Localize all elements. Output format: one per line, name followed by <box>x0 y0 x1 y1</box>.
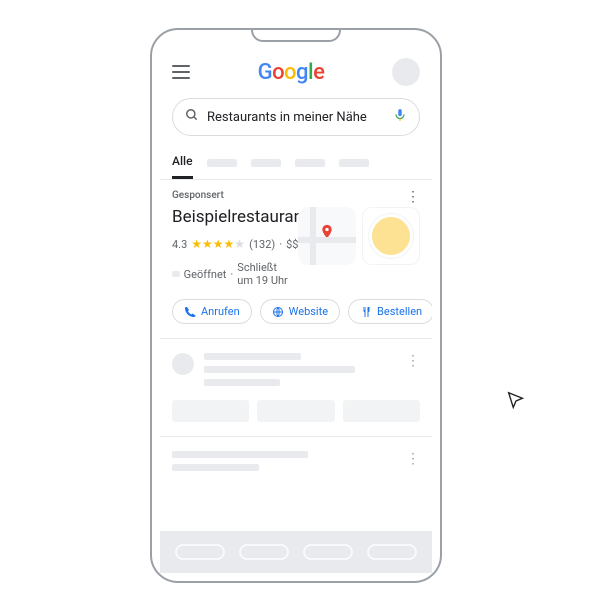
star-icons: ★★★★★ <box>191 237 245 251</box>
nav-item[interactable] <box>239 544 289 560</box>
open-status: Geöffnet <box>184 268 227 281</box>
action-chips: Anrufen Website Bestellen <box>172 299 420 324</box>
sponsored-label: Gesponsert <box>172 190 420 201</box>
price-level: $$ <box>286 238 298 251</box>
business-name[interactable]: Beispielrestaurant <box>172 207 288 227</box>
nav-item[interactable] <box>175 544 225 560</box>
website-button[interactable]: Website <box>260 299 340 324</box>
order-button[interactable]: Bestellen <box>348 299 432 324</box>
sponsored-result: Gesponsert ⋮ Beispielrestaurant 4.3 ★★★★… <box>160 180 432 339</box>
more-icon[interactable]: ⋮ <box>406 353 420 369</box>
bottom-nav <box>160 531 432 573</box>
phone-notch <box>251 30 341 42</box>
rating-value: 4.3 <box>172 238 187 251</box>
google-logo: Google <box>258 60 325 85</box>
placeholder-result: ⋮ <box>160 339 432 437</box>
more-icon[interactable]: ⋮ <box>406 451 420 467</box>
mic-icon[interactable] <box>393 106 407 128</box>
nav-item[interactable] <box>303 544 353 560</box>
closing-time: Schließt um 19 Uhr <box>237 261 288 287</box>
food-thumbnail[interactable] <box>362 207 420 265</box>
rating-line: 4.3 ★★★★★ (132) · $$ · 1,8 km <box>172 231 288 257</box>
search-icon <box>185 108 199 126</box>
tabs: Alle <box>160 146 432 180</box>
nav-item[interactable] <box>367 544 417 560</box>
map-thumbnail[interactable] <box>298 207 356 265</box>
tab-placeholder[interactable] <box>251 159 281 167</box>
phone-frame: Google Restaurants in meiner Nähe Alle G… <box>150 28 442 583</box>
placeholder-avatar <box>172 353 194 375</box>
menu-icon[interactable] <box>172 65 190 79</box>
placeholder-result: ⋮ <box>160 437 432 485</box>
status-line: Geöffnet · Schließt um 19 Uhr <box>172 261 288 287</box>
screen: Google Restaurants in meiner Nähe Alle G… <box>160 48 432 573</box>
tab-placeholder[interactable] <box>207 159 237 167</box>
search-query: Restaurants in meiner Nähe <box>207 110 385 125</box>
tab-placeholder[interactable] <box>339 159 369 167</box>
more-icon[interactable]: ⋮ <box>406 190 420 204</box>
header: Google <box>160 48 432 94</box>
call-button[interactable]: Anrufen <box>172 299 252 324</box>
map-pin-icon <box>319 221 335 246</box>
thumbnails <box>298 207 420 287</box>
tab-placeholder[interactable] <box>295 159 325 167</box>
search-input[interactable]: Restaurants in meiner Nähe <box>172 98 420 136</box>
tab-all[interactable]: Alle <box>172 146 193 179</box>
avatar[interactable] <box>392 58 420 86</box>
cursor-icon <box>505 390 527 416</box>
review-count: (132) <box>249 238 275 251</box>
